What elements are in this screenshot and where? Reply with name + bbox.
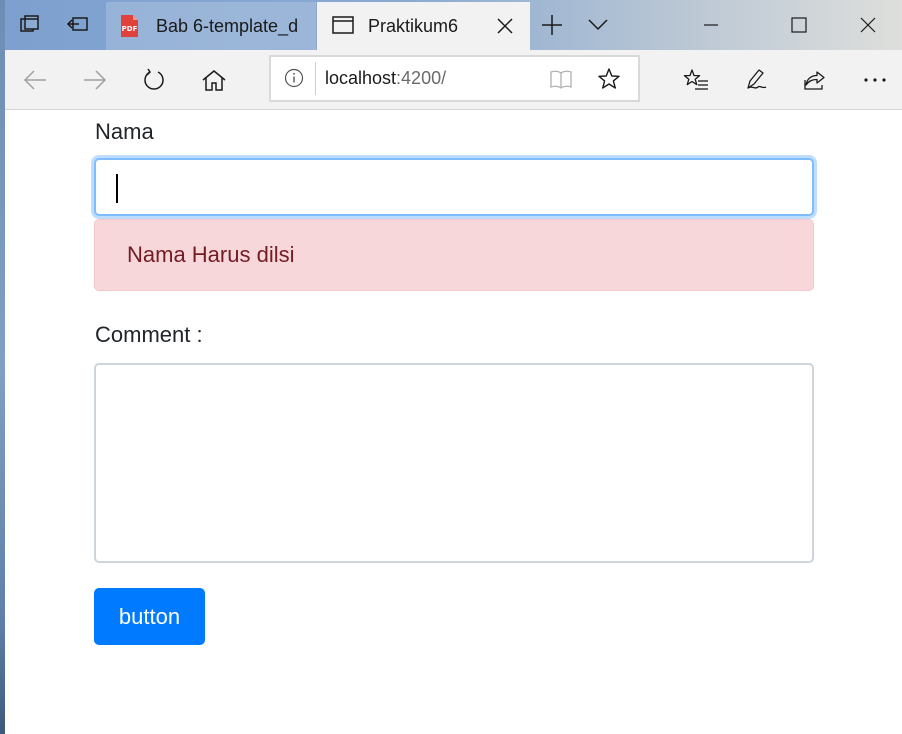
page-icon [332,15,354,35]
star-icon [598,68,620,89]
minimize-button[interactable] [688,0,734,50]
address-url[interactable]: localhost:4200/ [325,68,446,89]
nama-label: Nama [95,119,154,144]
tab-title: Bab 6-template_d [156,15,299,36]
refresh-icon [144,68,164,90]
home-icon [202,70,226,91]
nama-input[interactable] [94,158,814,216]
comment-textarea[interactable] [94,363,814,563]
maximize-icon [791,17,807,33]
web-note-button[interactable] [736,60,776,100]
more-icon [864,78,886,82]
text-caret [116,174,118,203]
browser-titlebar: PDF Bab 6-template_d Praktikum6 [5,0,902,50]
browser-navbar: localhost:4200/ [5,50,902,110]
plus-icon [542,15,562,35]
site-info-icon[interactable] [283,67,305,89]
share-icon [804,71,825,90]
favorites-list-icon [683,69,708,90]
close-icon [497,18,513,34]
url-host: localhost [325,68,397,88]
address-bar[interactable]: localhost:4200/ [269,55,640,102]
pen-icon [747,69,767,89]
arrow-right-icon [84,70,107,90]
chevron-down-icon [588,19,608,31]
tab-praktikum6[interactable]: Praktikum6 [317,2,530,50]
error-message: Nama Harus dilsi [127,242,295,267]
tab-manager-button[interactable] [7,0,53,50]
forward-button[interactable] [75,60,115,100]
maximize-button[interactable] [776,0,822,50]
submit-button-label: button [118,603,181,629]
arrow-left-icon [23,70,46,90]
share-button[interactable] [795,60,835,100]
book-icon [550,70,572,89]
new-tab-button[interactable] [529,0,575,50]
more-button[interactable] [855,60,895,100]
back-button[interactable] [15,60,55,100]
tab-pdf-document[interactable]: PDF Bab 6-template_d [106,2,317,50]
close-window-button[interactable] [845,0,891,50]
minimize-icon [704,24,718,26]
tab-manager-icon [20,15,39,32]
error-alert: Nama Harus dilsi [94,219,814,291]
refresh-button[interactable] [134,60,174,100]
submit-button[interactable]: button [94,588,205,645]
tab-title: Praktikum6 [368,15,459,36]
close-icon [860,17,876,33]
close-tab-button[interactable] [491,12,519,40]
url-path: :4200/ [396,68,447,88]
favorite-button[interactable] [594,64,624,94]
reading-view-button[interactable] [546,64,576,94]
set-tabs-aside-button[interactable] [55,0,101,50]
set-aside-icon [66,17,88,31]
pdf-icon-label: PDF [122,25,138,33]
page-content: Nama Nama Harus dilsi Comment : button [5,110,902,734]
address-separator [315,62,316,95]
pdf-icon: PDF [118,14,140,38]
tab-preview-button[interactable] [575,0,621,50]
favorites-hub-button[interactable] [676,60,716,100]
home-button[interactable] [194,60,234,100]
comment-label: Comment : [95,322,203,347]
